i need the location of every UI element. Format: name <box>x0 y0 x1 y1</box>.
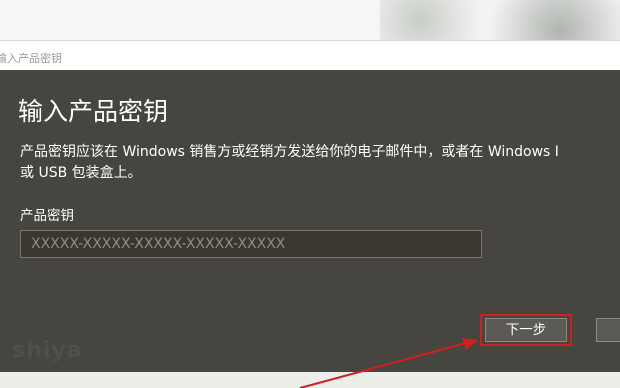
annotation-arrow-icon <box>299 338 478 388</box>
